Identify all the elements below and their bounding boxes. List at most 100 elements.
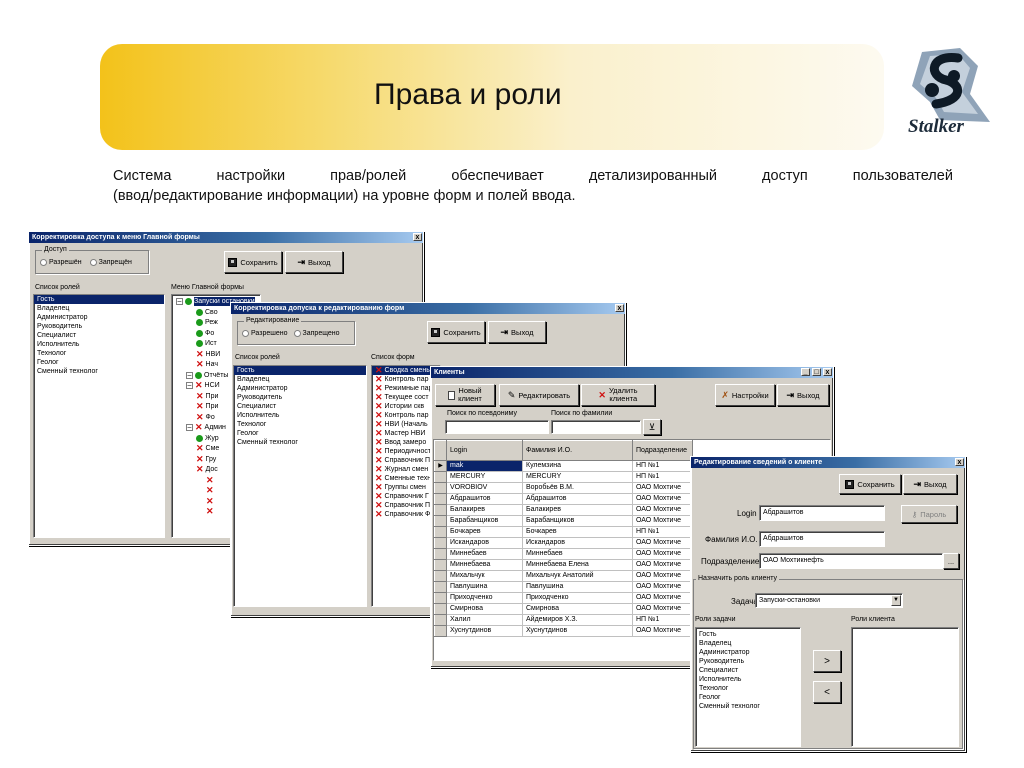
dept-field[interactable]: ОАО Мохтикнефть	[759, 553, 943, 569]
delete-client-button[interactable]: ✕ Удалить клиента	[581, 384, 655, 406]
exit-button[interactable]: ⇥ Выход	[285, 251, 343, 273]
roles-list[interactable]: Гость Владелец Администратор Руководитель Сп…	[233, 365, 367, 607]
list-item[interactable]: Владелец	[696, 639, 800, 648]
list-item[interactable]: Администратор	[234, 384, 366, 393]
list-item[interactable]: Гость	[234, 366, 366, 375]
collapse-toggle[interactable]: –	[186, 371, 193, 379]
close-button[interactable]: x	[955, 458, 964, 466]
maximize-button[interactable]: □	[812, 368, 821, 376]
exit-button[interactable]: ⇥ Выход	[903, 474, 957, 494]
list-item[interactable]: Исполнитель	[234, 411, 366, 420]
list-item[interactable]: Руководитель	[34, 322, 164, 331]
list-item[interactable]: Специалист	[234, 402, 366, 411]
list-item[interactable]: Специалист	[696, 666, 800, 675]
table-row[interactable]: Смирнова Смирнова ОАО Мохтиче	[434, 603, 693, 615]
table-row[interactable]: Михальчук Михальчук Анатолий ОАО Мохтиче	[434, 570, 693, 582]
search-alias-input[interactable]	[445, 420, 549, 434]
list-item[interactable]: Сменный технолог	[234, 438, 366, 447]
new-client-button[interactable]: Новый клиент	[435, 384, 495, 406]
add-role-button[interactable]: >	[813, 650, 841, 672]
radio-allowed[interactable]: Разрешён	[40, 259, 82, 266]
list-item[interactable]: Исполнитель	[34, 340, 164, 349]
collapse-toggle[interactable]: –	[176, 298, 183, 305]
table-row[interactable]: Бочкарев Бочкарев НП №1	[434, 526, 693, 538]
list-item[interactable]: Администратор	[696, 648, 800, 657]
settings-button[interactable]: ✗ Настройки	[715, 384, 775, 406]
tree-node[interactable]: ✕ Гру	[196, 454, 216, 464]
table-row[interactable]: ▶ mak Кулемзина НП №1	[434, 460, 693, 472]
client-roles-list[interactable]	[851, 627, 959, 747]
tree-node[interactable]: ✕ НВИ	[196, 349, 220, 359]
save-button[interactable]: Сохранить	[839, 474, 901, 494]
close-button[interactable]: x	[413, 233, 422, 241]
table-row[interactable]: Халил Айдемиров Х.З. НП №1	[434, 614, 693, 626]
dept-browse-button[interactable]: ...	[943, 553, 959, 569]
close-button[interactable]: x	[823, 368, 832, 376]
table-row[interactable]: Павлушина Павлушина ОАО Мохтиче	[434, 581, 693, 593]
list-item[interactable]: Владелец	[34, 304, 164, 313]
tree-node[interactable]: ✕	[206, 496, 216, 506]
task-roles-list[interactable]: Гость Владелец Администратор Руководитель Сп…	[695, 627, 801, 747]
list-item[interactable]: Технолог	[234, 420, 366, 429]
list-item[interactable]: Геолог	[234, 429, 366, 438]
exit-button[interactable]: ⇥ Выход	[488, 321, 546, 343]
tree-node[interactable]: – ✕ Админ	[186, 423, 226, 432]
tree-node[interactable]: ✕ Дос	[196, 465, 218, 474]
table-row[interactable]: Абдрашитов Абдрашитов ОАО Мохтиче	[434, 493, 693, 505]
save-button[interactable]: Сохранить	[224, 251, 282, 273]
tree-node[interactable]: Реж	[196, 318, 218, 327]
search-surname-input[interactable]	[551, 420, 641, 434]
list-item[interactable]: Исполнитель	[696, 675, 800, 684]
tree-node[interactable]: – Отчёты	[186, 371, 228, 380]
roles-list[interactable]: Гость Владелец Администратор Руководитель Сп…	[33, 294, 165, 538]
list-item[interactable]: Администратор	[34, 313, 164, 322]
tree-node[interactable]: Сво	[196, 308, 218, 317]
tree-node[interactable]: Ист	[196, 339, 217, 348]
list-item[interactable]: Гость	[696, 630, 800, 639]
table-row[interactable]: Балакирев Балакирев ОАО Мохтиче	[434, 504, 693, 516]
list-item[interactable]: Руководитель	[234, 393, 366, 402]
collapse-toggle[interactable]: –	[186, 382, 193, 389]
column-header[interactable]: Login	[446, 440, 523, 461]
exit-button[interactable]: ⇥ Выход	[777, 384, 829, 406]
list-item[interactable]: Гость	[34, 295, 164, 304]
name-field[interactable]: Абдрашитов	[759, 531, 885, 547]
radio-allowed[interactable]: Разрешено	[242, 330, 288, 337]
table-row[interactable]: Приходченко Приходченко ОАО Мохтиче	[434, 592, 693, 604]
list-item[interactable]: Владелец	[234, 375, 366, 384]
task-select[interactable]: Запуски-остановки ▼	[755, 593, 903, 608]
edit-button[interactable]: ✎ Редактировать	[499, 384, 579, 406]
login-field[interactable]: Абдрашитов	[759, 505, 885, 521]
list-item[interactable]: Специалист	[34, 331, 164, 340]
tree-node[interactable]: – ✕ НСИ	[186, 381, 220, 390]
table-row[interactable]: VOROBIOV Воробьёв В.М. ОАО Мохтиче	[434, 482, 693, 494]
tree-node[interactable]: ✕ Фо	[196, 412, 215, 422]
list-item[interactable]: Технолог	[696, 684, 800, 693]
table-row[interactable]: Миннебаев Миннебаев ОАО Мохтиче	[434, 548, 693, 560]
remove-role-button[interactable]: <	[813, 681, 841, 703]
list-item[interactable]: Сменный технолог	[696, 702, 800, 711]
table-row[interactable]: Миннебаева Миннебаева Елена ОАО Мохтиче	[434, 559, 693, 571]
table-row[interactable]: MERCURY MERCURY НП №1	[434, 471, 693, 483]
close-button[interactable]: x	[615, 304, 624, 312]
collapse-toggle[interactable]: –	[186, 424, 193, 431]
tree-node[interactable]: ✕ Нач	[196, 360, 218, 369]
column-header[interactable]: Подразделение	[632, 440, 693, 461]
list-item[interactable]: Сменный технолог	[34, 367, 164, 376]
tree-node[interactable]: ✕	[206, 507, 216, 516]
clear-filter-button[interactable]: ⊻	[643, 419, 661, 435]
minimize-button[interactable]: _	[801, 368, 810, 376]
tree-node[interactable]: ✕ Сме	[196, 444, 219, 453]
password-button[interactable]: ⚷ Пароль	[901, 505, 957, 523]
tree-node[interactable]: ✕	[206, 475, 216, 485]
chevron-down-icon[interactable]: ▼	[891, 595, 901, 606]
table-row[interactable]: Искандаров Искандаров ОАО Мохтиче	[434, 537, 693, 549]
table-row[interactable]: Барабанщиков Барабанщиков ОАО Мохтиче	[434, 515, 693, 527]
save-button[interactable]: Сохранить	[427, 321, 485, 343]
tree-node[interactable]: ✕ При	[196, 402, 218, 411]
list-item[interactable]: Руководитель	[696, 657, 800, 666]
table-row[interactable]: Хуснутдинов Хуснутдинов ОАО Мохтиче	[434, 625, 693, 637]
radio-denied[interactable]: Запрещено	[293, 330, 340, 337]
list-item[interactable]: Технолог	[34, 349, 164, 358]
column-header[interactable]: Фамилия И.О.	[522, 440, 633, 461]
